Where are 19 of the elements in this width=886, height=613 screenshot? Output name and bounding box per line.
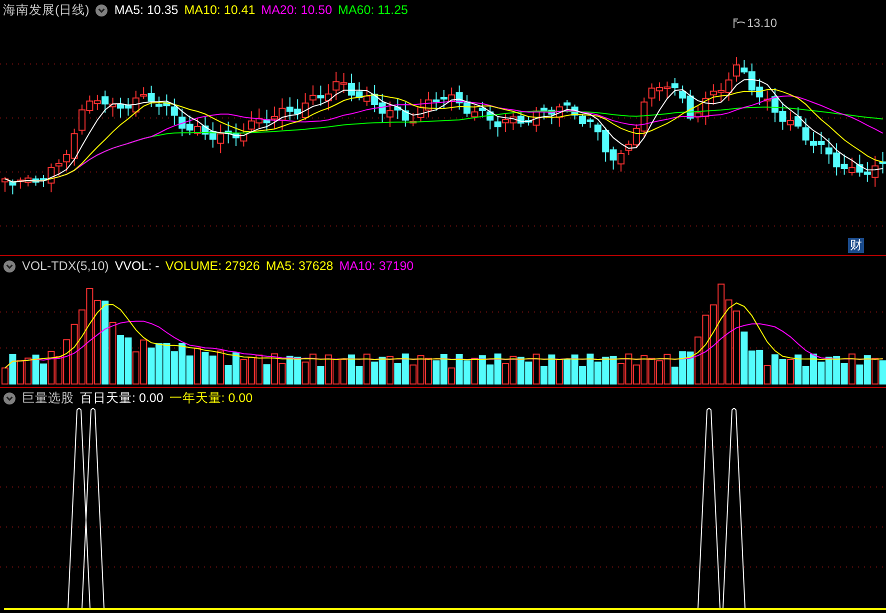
signal-value: 百日天量: 0.00 [80, 390, 164, 406]
ma-value: MA60: 11.25 [338, 3, 408, 17]
high-price-label: 13.10 [747, 16, 778, 30]
volume-value: MA5: 37628 [266, 259, 334, 273]
indicator-title: VOL-TDX(5,10) [22, 259, 109, 273]
indicator-title: 巨量选股 [22, 390, 74, 406]
ma-value: MA5: 10.35 [114, 3, 178, 17]
volume-value: VVOL: - [114, 259, 160, 273]
collapse-icon[interactable] [3, 392, 16, 404]
volume-value: MA10: 37190 [339, 259, 414, 273]
ma-value: MA10: 10.41 [184, 3, 256, 17]
stock-title: 海南发展(日线) [3, 2, 90, 18]
volume-value: VOLUME: 27926 [165, 259, 260, 273]
collapse-icon[interactable] [95, 4, 108, 16]
flag-icon [733, 18, 745, 28]
collapse-icon[interactable] [3, 260, 16, 272]
ma-value: MA20: 10.50 [261, 3, 332, 17]
signal-value: 一年天量: 0.00 [169, 390, 253, 406]
finance-badge[interactable]: 财 [848, 238, 864, 253]
